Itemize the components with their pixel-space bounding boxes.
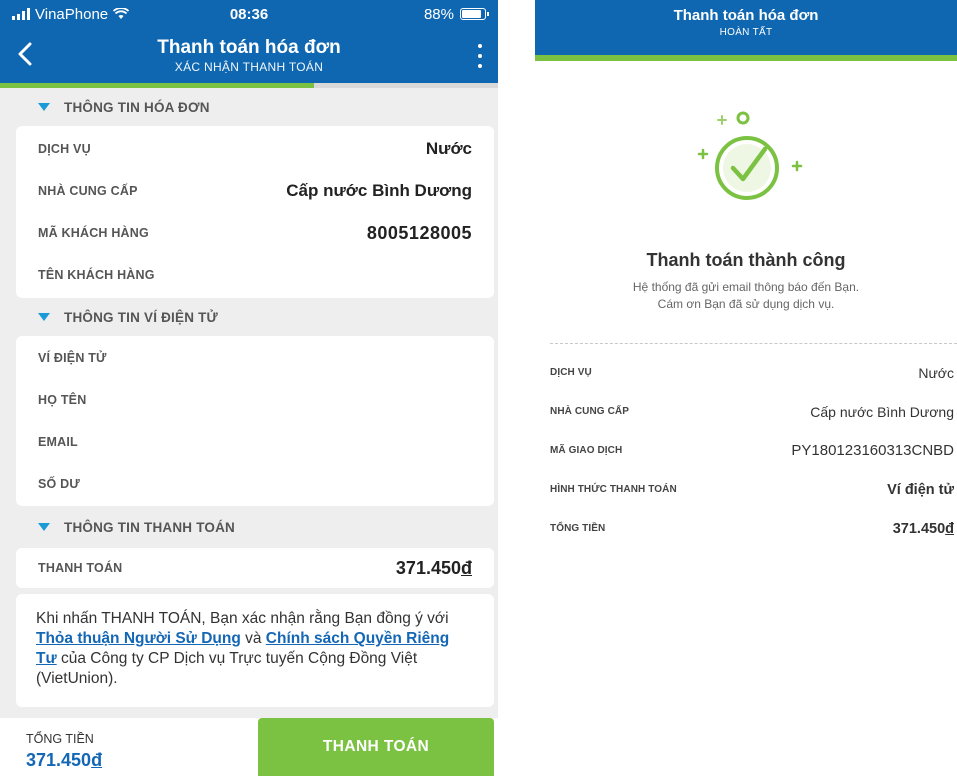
collapse-triangle-icon [38,103,50,111]
row-label: TỔNG TIỀN [550,523,606,534]
notice-text: Khi nhấn THANH TOÁN, Bạn xác nhận rằng B… [36,610,449,627]
row-label: HÌNH THỨC THANH TOÁN [550,484,677,495]
wallet-row-fullname: HỌ TÊN [38,379,472,421]
notice-text: của Công ty CP Dịch vụ Trực tuyến Cộng Đ… [36,650,418,687]
row-value: PY180123160313CNBD [791,442,954,459]
row-label: HỌ TÊN [38,393,87,407]
success-message: Hệ thống đã gửi email thông báo đến Bạn.… [535,279,957,313]
wallet-card: VÍ ĐIỆN TỬ HỌ TÊN EMAIL SỐ DƯ [16,336,494,506]
step-progress-bar [535,55,957,61]
receipt-row-service: DỊCH VỤ Nước [550,353,954,392]
wallet-row-wallet: VÍ ĐIỆN TỬ [38,337,472,379]
status-time: 08:36 [229,5,269,23]
battery-percent: 88% [423,5,454,23]
row-label: MÃ GIAO DỊCH [550,445,623,456]
battery-icon [460,8,489,20]
total-label: TỔNG TIỀN [26,732,94,746]
payment-success-screen: Thanh toán hóa đơn HOÀN TẤT Thanh toán t… [535,0,957,776]
back-icon [18,42,32,66]
dashed-divider [550,343,957,344]
receipt-details: DỊCH VỤ Nước NHÀ CUNG CẤP Cấp nước Bình … [550,353,954,548]
message-line: Hệ thống đã gửi email thông báo đến Bạn. [632,280,860,294]
signal-icon [12,8,30,20]
section-title: THÔNG TIN THANH TOÁN [64,519,235,535]
section-wallet-header[interactable]: THÔNG TIN VÍ ĐIỆN TỬ [0,298,498,336]
nav-bar: Thanh toán hóa đơn XÁC NHẬN THANH TOÁN [0,28,498,83]
section-title: THÔNG TIN HÓA ĐƠN [64,99,210,115]
invoice-card: DỊCH VỤ Nước NHÀ CUNG CẤP Cấp nước Bình … [16,126,494,298]
row-value: Nước [425,139,472,158]
row-label: NHÀ CUNG CẤP [550,406,629,417]
page-title: Thanh toán hóa đơn [673,7,819,24]
collapse-triangle-icon [38,313,50,321]
receipt-row-provider: NHÀ CUNG CẤP Cấp nước Bình Dương [550,392,954,431]
row-label: DỊCH VỤ [550,367,592,378]
section-title: THÔNG TIN VÍ ĐIỆN TỬ [64,309,218,325]
section-invoice-header[interactable]: THÔNG TIN HÓA ĐƠN [0,88,498,126]
row-value: Cấp nước Bình Dương [810,403,954,420]
invoice-row-provider: NHÀ CUNG CẤP Cấp nước Bình Dương [38,170,472,212]
message-line: Cám ơn Bạn đã sử dụng dịch vụ. [657,297,835,311]
row-label: EMAIL [38,435,78,449]
step-progress-fill [535,55,957,61]
row-label: DỊCH VỤ [38,142,91,156]
carrier-name: VinaPhone [35,5,109,23]
receipt-row-payment-method: HÌNH THỨC THANH TOÁN Ví điện tử [550,470,954,509]
status-bar: VinaPhone 08:36 88% [0,0,498,28]
wallet-row-balance: SỐ DƯ [38,463,472,505]
page-title: Thanh toán hóa đơn [157,37,341,58]
invoice-row-service: DỊCH VỤ Nước [38,128,472,170]
row-value: 8005128005 [366,222,472,243]
collapse-triangle-icon [38,523,50,531]
receipt-row-transaction-id: MÃ GIAO DỊCH PY180123160313CNBD [550,431,954,470]
section-payment-header[interactable]: THÔNG TIN THANH TOÁN [0,506,498,548]
confirm-payment-screen: VinaPhone 08:36 88% Thanh toán hóa đơn X… [0,0,498,776]
row-label: NHÀ CUNG CẤP [38,184,138,198]
row-value: Nước [918,364,954,381]
row-value: 371.450đ [892,520,954,537]
row-label: TÊN KHÁCH HÀNG [38,268,155,282]
row-value: Cấp nước Bình Dương [286,181,472,200]
nav-bar: Thanh toán hóa đơn HOÀN TẤT [535,0,957,55]
total-box: TỔNG TIỀN 371.450đ [0,718,258,776]
row-label: MÃ KHÁCH HÀNG [38,226,149,240]
wallet-row-email: EMAIL [38,421,472,463]
payment-card: THANH TOÁN 371.450đ [16,548,494,588]
payment-row-amount: THANH TOÁN 371.450đ [38,548,472,588]
page-subtitle: HOÀN TẤT [719,27,773,38]
total-amount: 371.450đ [26,750,103,770]
row-label: SỐ DƯ [38,477,80,491]
receipt-row-total: TỔNG TIỀN 371.450đ [550,509,954,548]
row-label: VÍ ĐIỆN TỬ [38,351,107,365]
row-value: Ví điện tử [887,481,954,498]
wifi-icon [113,8,130,19]
checkout-footer: TỔNG TIỀN 371.450đ THANH TOÁN [0,718,498,776]
pay-button[interactable]: THANH TOÁN [258,718,494,776]
success-heading: Thanh toán thành công [646,250,846,270]
invoice-row-customer-id: MÃ KHÁCH HÀNG 8005128005 [38,212,472,254]
back-button[interactable] [10,38,40,70]
success-check-icon [697,111,803,200]
row-label: THANH TOÁN [38,561,123,575]
notice-text: và [240,630,266,647]
user-agreement-link[interactable]: Thỏa thuận Người Sử Dụng [36,630,241,647]
payment-amount: 371.450đ [395,557,472,578]
invoice-row-customer-name: TÊN KHÁCH HÀNG [38,254,472,296]
more-vertical-icon[interactable] [474,44,486,68]
page-subtitle: XÁC NHẬN THANH TOÁN [174,60,324,74]
terms-notice: Khi nhấn THANH TOÁN, Bạn xác nhận rằng B… [16,594,494,707]
